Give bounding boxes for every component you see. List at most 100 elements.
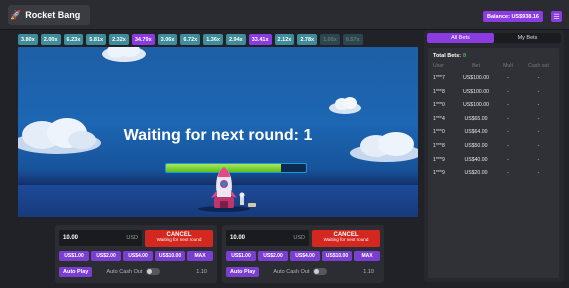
multiplier-chip: 3.06x	[157, 34, 178, 45]
bet-cell-bet: US$40.00	[464, 156, 488, 163]
bet-cell-cash: -	[537, 88, 540, 95]
bet-cell-user: 1***0	[433, 129, 445, 136]
table-row: 1***4 US$65.00 - -	[433, 115, 554, 123]
bet-amount-input[interactable]: 10.00 USD	[226, 230, 309, 246]
multiplier-chip: 2.12x	[274, 34, 295, 45]
cloud-top	[102, 47, 146, 62]
multiplier-chip: 1.05x	[320, 34, 340, 45]
quick-bet-button[interactable]: US$4.00	[123, 251, 153, 261]
table-row: 1***9 US$20.00 - -	[433, 169, 554, 177]
auto-cash-out-toggle[interactable]	[146, 268, 161, 275]
multiplier-chip: 6.23x	[63, 34, 84, 45]
bet-cell-user: 1***8	[433, 143, 445, 149]
column-header-user: User	[433, 63, 444, 69]
round-status-text: Waiting for next round: 1	[123, 127, 313, 144]
bet-cell-cash: -	[537, 170, 540, 177]
bet-panel-2: 10.00 USD CANCEL Waiting for next round …	[222, 225, 384, 283]
total-bets-label: Total Bets:	[433, 53, 462, 59]
table-row: 1***8 US$50.00 - -	[433, 142, 554, 150]
cancel-sublabel: Waiting for next round	[323, 237, 369, 243]
bet-amount-value: 10.00	[230, 235, 246, 241]
bets-tabs: All Bets My Bets	[427, 33, 561, 43]
game-stage: Waiting for next round: 1	[18, 47, 418, 217]
multiplier-chip: 3.80x	[18, 34, 38, 45]
multiplier-chip: 2.00x	[40, 34, 61, 45]
multiplier-chip: 5.81x	[86, 34, 107, 45]
game-title-label: Rocket Bang	[25, 10, 81, 20]
quick-bet-button[interactable]: US$10.00	[322, 251, 352, 261]
table-row: 1***0 US$64.00 - -	[433, 128, 554, 136]
multiplier-chip: 2.78x	[297, 34, 318, 45]
bets-list: Total Bets: 8 User Bet Mult Cash out 1***…	[428, 48, 559, 278]
cancel-sublabel: Waiting for next round	[156, 237, 202, 243]
multiplier-chip: 6.57x	[342, 34, 363, 45]
bet-cell-mult: -	[507, 156, 509, 163]
bets-sidebar: All Bets My Bets Total Bets: 8 User Bet M…	[424, 30, 564, 282]
bet-cell-cash: -	[537, 156, 540, 163]
max-bet-button[interactable]: MAX	[187, 251, 213, 261]
bet-panel-1: 10.00 USD CANCEL Waiting for next round …	[55, 225, 217, 283]
bet-cell-cash: -	[537, 115, 540, 122]
auto-cash-out-toggle[interactable]	[313, 268, 328, 275]
bet-amount-value: 10.00	[63, 235, 79, 241]
multiplier-chip: 33.41x	[248, 34, 272, 45]
currency-label: USD	[126, 235, 138, 241]
total-bets: Total Bets: 8	[433, 53, 466, 59]
tab-my-bets[interactable]: My Bets	[494, 33, 561, 43]
quick-bet-row: US$1.00 US$2.00 US$4.00 US$10.00 MAX	[226, 251, 380, 261]
bet-cell-bet: US$50.00	[464, 143, 488, 149]
currency-label: USD	[293, 235, 305, 241]
bet-cell-bet: US$100.00	[463, 88, 489, 95]
bet-cell-mult: -	[507, 115, 509, 122]
auto-play-button[interactable]: Auto Play	[59, 266, 93, 277]
top-bar: 🚀 Rocket Bang Balance: US$938.16 ☰	[0, 0, 569, 30]
bet-cell-cash: -	[537, 129, 540, 136]
multiplier-chip: 34.79x	[131, 34, 155, 45]
bet-cell-cash: -	[537, 75, 540, 81]
multiplier-chip: 2.94x	[225, 34, 246, 45]
auto-row: Auto Play Auto Cash Out 1.10	[59, 266, 213, 277]
bet-cell-user: 1***4	[433, 115, 445, 122]
table-row: 1***7 US$100.00 - -	[433, 74, 554, 82]
bet-cell-user: 1***8	[433, 88, 445, 95]
column-header-mult: Mult	[503, 63, 513, 69]
bet-cell-cash: -	[537, 143, 540, 149]
bet-cell-mult: -	[507, 88, 509, 95]
bet-cell-user: 1***9	[433, 170, 445, 177]
rocket-launchpad	[198, 167, 256, 212]
auto-cash-out-label: Auto Cash Out	[106, 268, 143, 275]
auto-play-button[interactable]: Auto Play	[226, 266, 260, 277]
quick-bet-button[interactable]: US$2.00	[258, 251, 288, 261]
auto-cash-out-value[interactable]: 1.10	[363, 269, 374, 275]
max-bet-button[interactable]: MAX	[354, 251, 380, 261]
quick-bet-button[interactable]: US$10.00	[155, 251, 185, 261]
auto-cash-out-label: Auto Cash Out	[273, 268, 310, 275]
quick-bet-button[interactable]: US$1.00	[59, 251, 89, 261]
bet-cell-mult: -	[507, 143, 509, 149]
bet-amount-input[interactable]: 10.00 USD	[59, 230, 142, 246]
bet-cell-user: 1***7	[433, 75, 445, 81]
bet-cell-user: 1***0	[433, 102, 445, 109]
hamburger-icon[interactable]: ☰	[551, 11, 562, 22]
column-header-bet: Bet	[472, 63, 480, 69]
bets-table-header: User Bet Mult Cash out	[433, 63, 554, 69]
quick-bet-button[interactable]: US$4.00	[290, 251, 320, 261]
bet-cell-cash: -	[537, 102, 540, 109]
cloud-right	[329, 97, 361, 114]
bet-cell-mult: -	[507, 75, 509, 81]
cancel-bet-button[interactable]: CANCEL Waiting for next round	[312, 230, 380, 247]
multiplier-chip: 1.36x	[203, 34, 223, 45]
quick-bet-button[interactable]: US$1.00	[226, 251, 256, 261]
bet-cell-mult: -	[507, 129, 509, 136]
auto-cash-out-value[interactable]: 1.10	[196, 269, 207, 275]
table-row: 1***8 US$100.00 - -	[433, 88, 554, 96]
tab-all-bets[interactable]: All Bets	[427, 33, 494, 43]
bet-cell-bet: US$64.00	[464, 129, 488, 136]
game-title: 🚀 Rocket Bang	[8, 5, 91, 25]
rocket-icon: 🚀	[10, 9, 22, 20]
cancel-bet-button[interactable]: CANCEL Waiting for next round	[145, 230, 213, 247]
bet-cell-mult: -	[507, 170, 509, 177]
bet-cell-bet: US$100.00	[463, 102, 489, 109]
balance-badge: Balance: US$938.16	[483, 11, 543, 22]
quick-bet-button[interactable]: US$2.00	[91, 251, 121, 261]
